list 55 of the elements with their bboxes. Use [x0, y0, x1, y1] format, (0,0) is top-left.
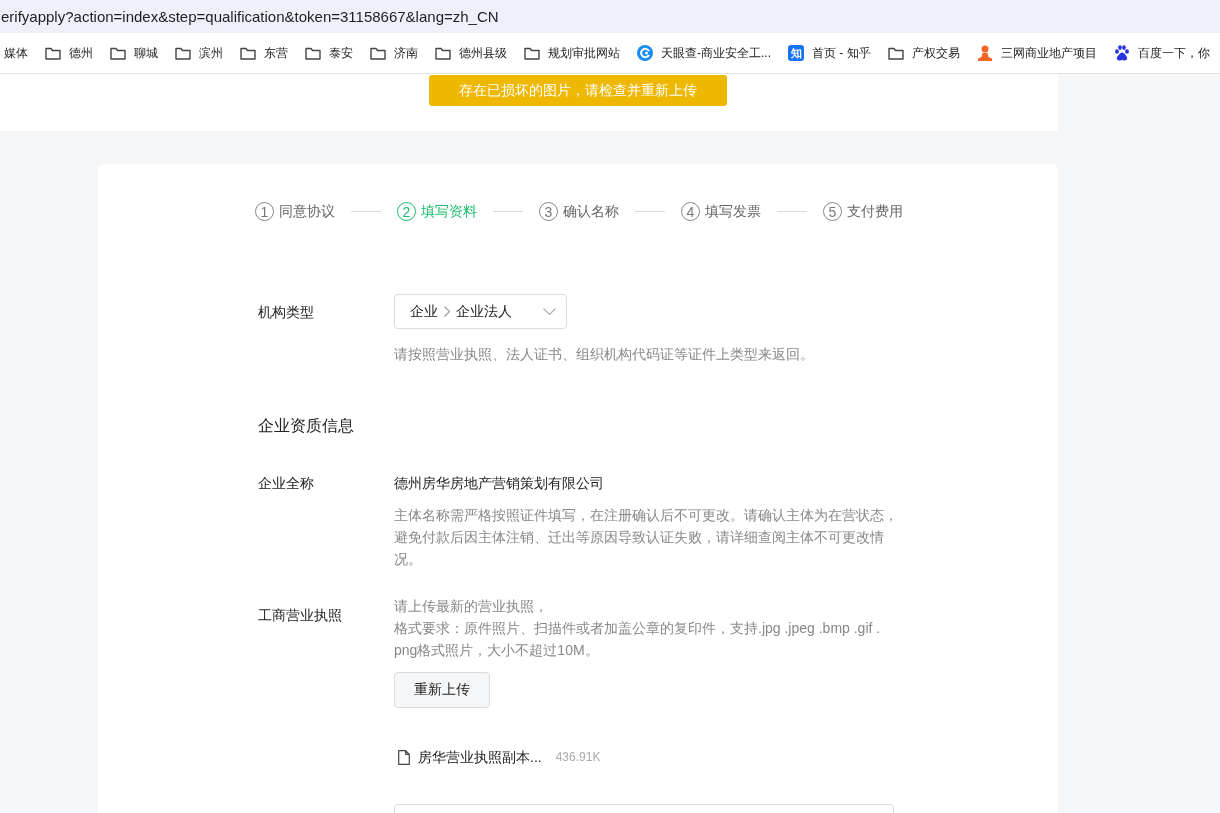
folder-icon	[45, 46, 61, 60]
folder-icon	[240, 46, 256, 60]
bookmark-item[interactable]: 产权交易	[887, 44, 960, 62]
step-connector	[777, 211, 807, 212]
folder-icon	[370, 46, 386, 60]
folder-icon	[175, 46, 191, 60]
reupload-button[interactable]: 重新上传	[394, 672, 490, 708]
step-item[interactable]: 5 支付费用	[823, 202, 903, 221]
bookmark-item[interactable]: 百度一下，你	[1113, 44, 1210, 62]
folder-icon	[305, 46, 321, 60]
alert-message: 存在已损坏的图片，请检查并重新上传	[429, 75, 727, 106]
bookmark-item[interactable]: 德州	[45, 44, 93, 62]
bookmark-item[interactable]: 东营	[240, 44, 288, 62]
bookmark-item[interactable]: 聊城	[110, 44, 158, 62]
bookmark-item[interactable]: 滨州	[175, 44, 223, 62]
paw-icon	[1113, 45, 1130, 61]
folder-icon	[524, 46, 540, 60]
hint-text: 请上传最新的营业执照，	[394, 597, 549, 616]
company-name: 德州房华房地产营销策划有限公司	[394, 474, 604, 493]
logo-icon	[637, 45, 653, 61]
hint-text: 格式要求：原件照片、扫描件或者加盖公章的复印件，支持.jpg .jpeg .bmp .gif .png格式照片，大小不超过10M。	[394, 619, 882, 660]
step-connector	[493, 211, 523, 212]
field-label: 企业全称	[258, 474, 315, 493]
field-label: 工商营业执照	[258, 606, 343, 625]
type-select[interactable]: 企业 企业法人	[394, 294, 567, 329]
folder-icon	[110, 46, 126, 60]
bookmark-item[interactable]: 知 首页 - 知乎	[788, 44, 871, 62]
logo-tile: 知	[788, 45, 804, 61]
bookmark-item[interactable]: 三网商业地产项目	[976, 44, 1097, 62]
hint-text: 请按照营业执照、法人证书、组织机构代码证等证件上类型来返回。	[394, 345, 815, 364]
bookmark-item[interactable]: 规划审批网站	[524, 44, 620, 62]
bookmark-item[interactable]: 德州县级	[435, 44, 507, 62]
address-field[interactable]: erifyapply?action=index&step=qualification&token=31158667&lang=zh_CN	[0, 0, 1220, 33]
bookmark-item[interactable]: 泰安	[305, 44, 353, 62]
folder-icon	[887, 46, 904, 60]
field-label: 机构类型	[258, 303, 315, 322]
select-value: 企业法人	[456, 302, 512, 321]
step-connector	[351, 211, 381, 212]
file-name[interactable]: 房华营业执照副本...	[418, 747, 542, 767]
step-item[interactable]: 4 填写发票	[681, 202, 761, 221]
step-item[interactable]: 1 同意协议	[255, 202, 335, 221]
section-title: 企业资质信息	[258, 416, 355, 436]
bookmark-item[interactable]: 济南	[370, 44, 418, 62]
hint-text: 主体名称需严格按照证件填写，在注册确认后不可更改。请确认主体为在营状态，避免付款后因主体注销、迁出等原因导致认证失败，请详细查阅主体不可更改情况。	[394, 506, 899, 569]
chevron-down-icon	[543, 308, 556, 315]
step-connector	[635, 211, 665, 212]
file-size: 436.91K	[555, 750, 601, 764]
select-value: 企业	[410, 302, 438, 321]
chevron-right-icon	[444, 306, 450, 317]
person-icon	[976, 45, 993, 61]
bookmark-item[interactable]: 天眼查-商业安全工...	[637, 44, 771, 62]
folder-icon	[435, 46, 451, 60]
file-icon	[398, 749, 410, 765]
step-item[interactable]: 3 确认名称	[539, 202, 619, 221]
bookmark-item[interactable]: 媒体	[4, 44, 28, 62]
